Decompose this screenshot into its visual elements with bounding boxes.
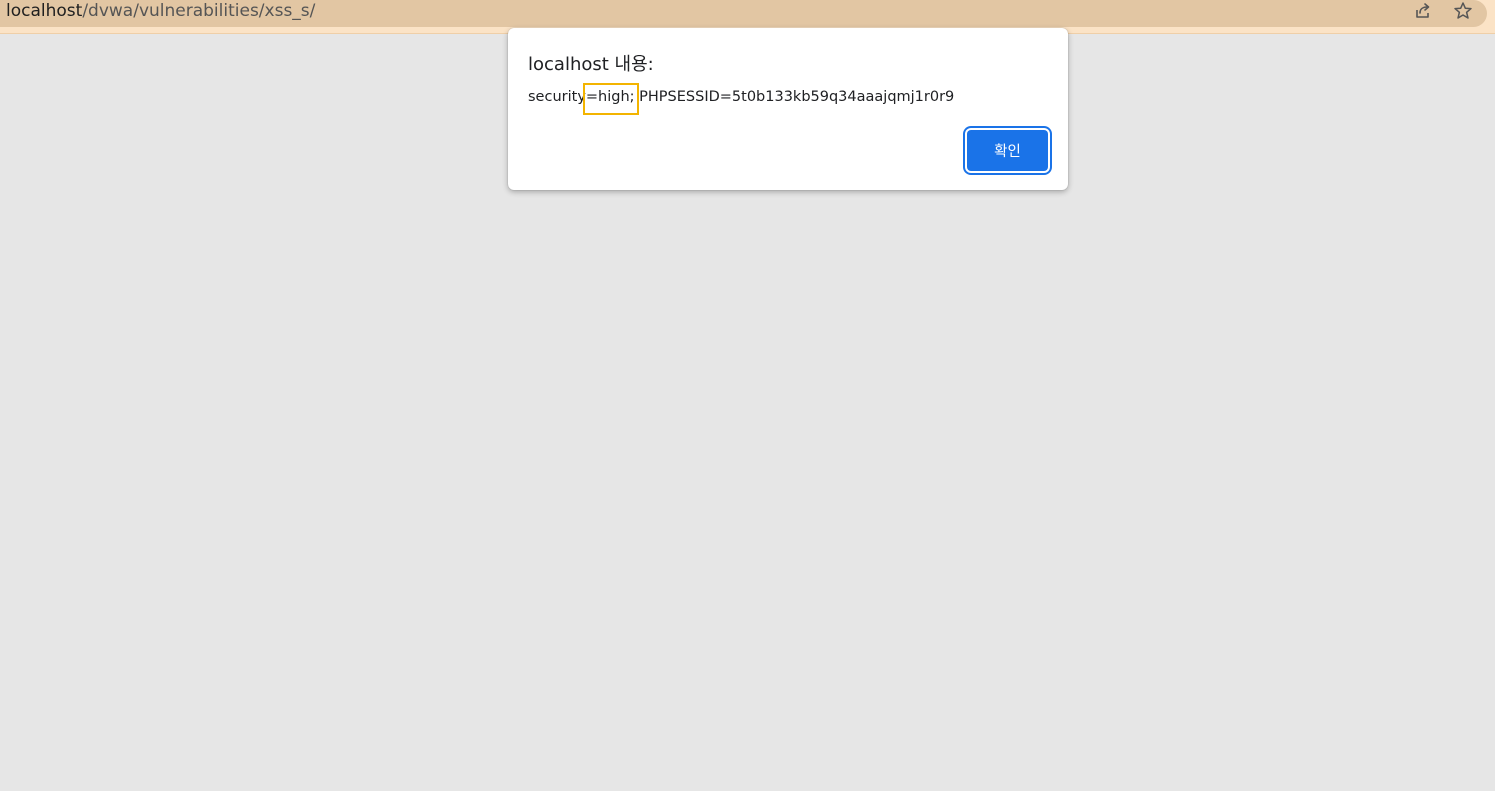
ok-button[interactable]: 확인: [967, 130, 1048, 171]
highlight-box: [583, 83, 639, 115]
star-icon[interactable]: [1451, 0, 1475, 22]
url-host: localhost: [6, 1, 83, 21]
share-icon[interactable]: [1411, 0, 1435, 22]
address-bar[interactable]: localhost/dvwa/vulnerabilities/xss_s/: [0, 0, 1487, 27]
address-bar-url[interactable]: localhost/dvwa/vulnerabilities/xss_s/: [6, 0, 315, 24]
dialog-title: localhost 내용:: [528, 54, 654, 75]
alert-dialog: localhost 내용: security=high; PHPSESSID=5…: [508, 28, 1068, 190]
url-path: /dvwa/vulnerabilities/xss_s/: [82, 1, 316, 21]
